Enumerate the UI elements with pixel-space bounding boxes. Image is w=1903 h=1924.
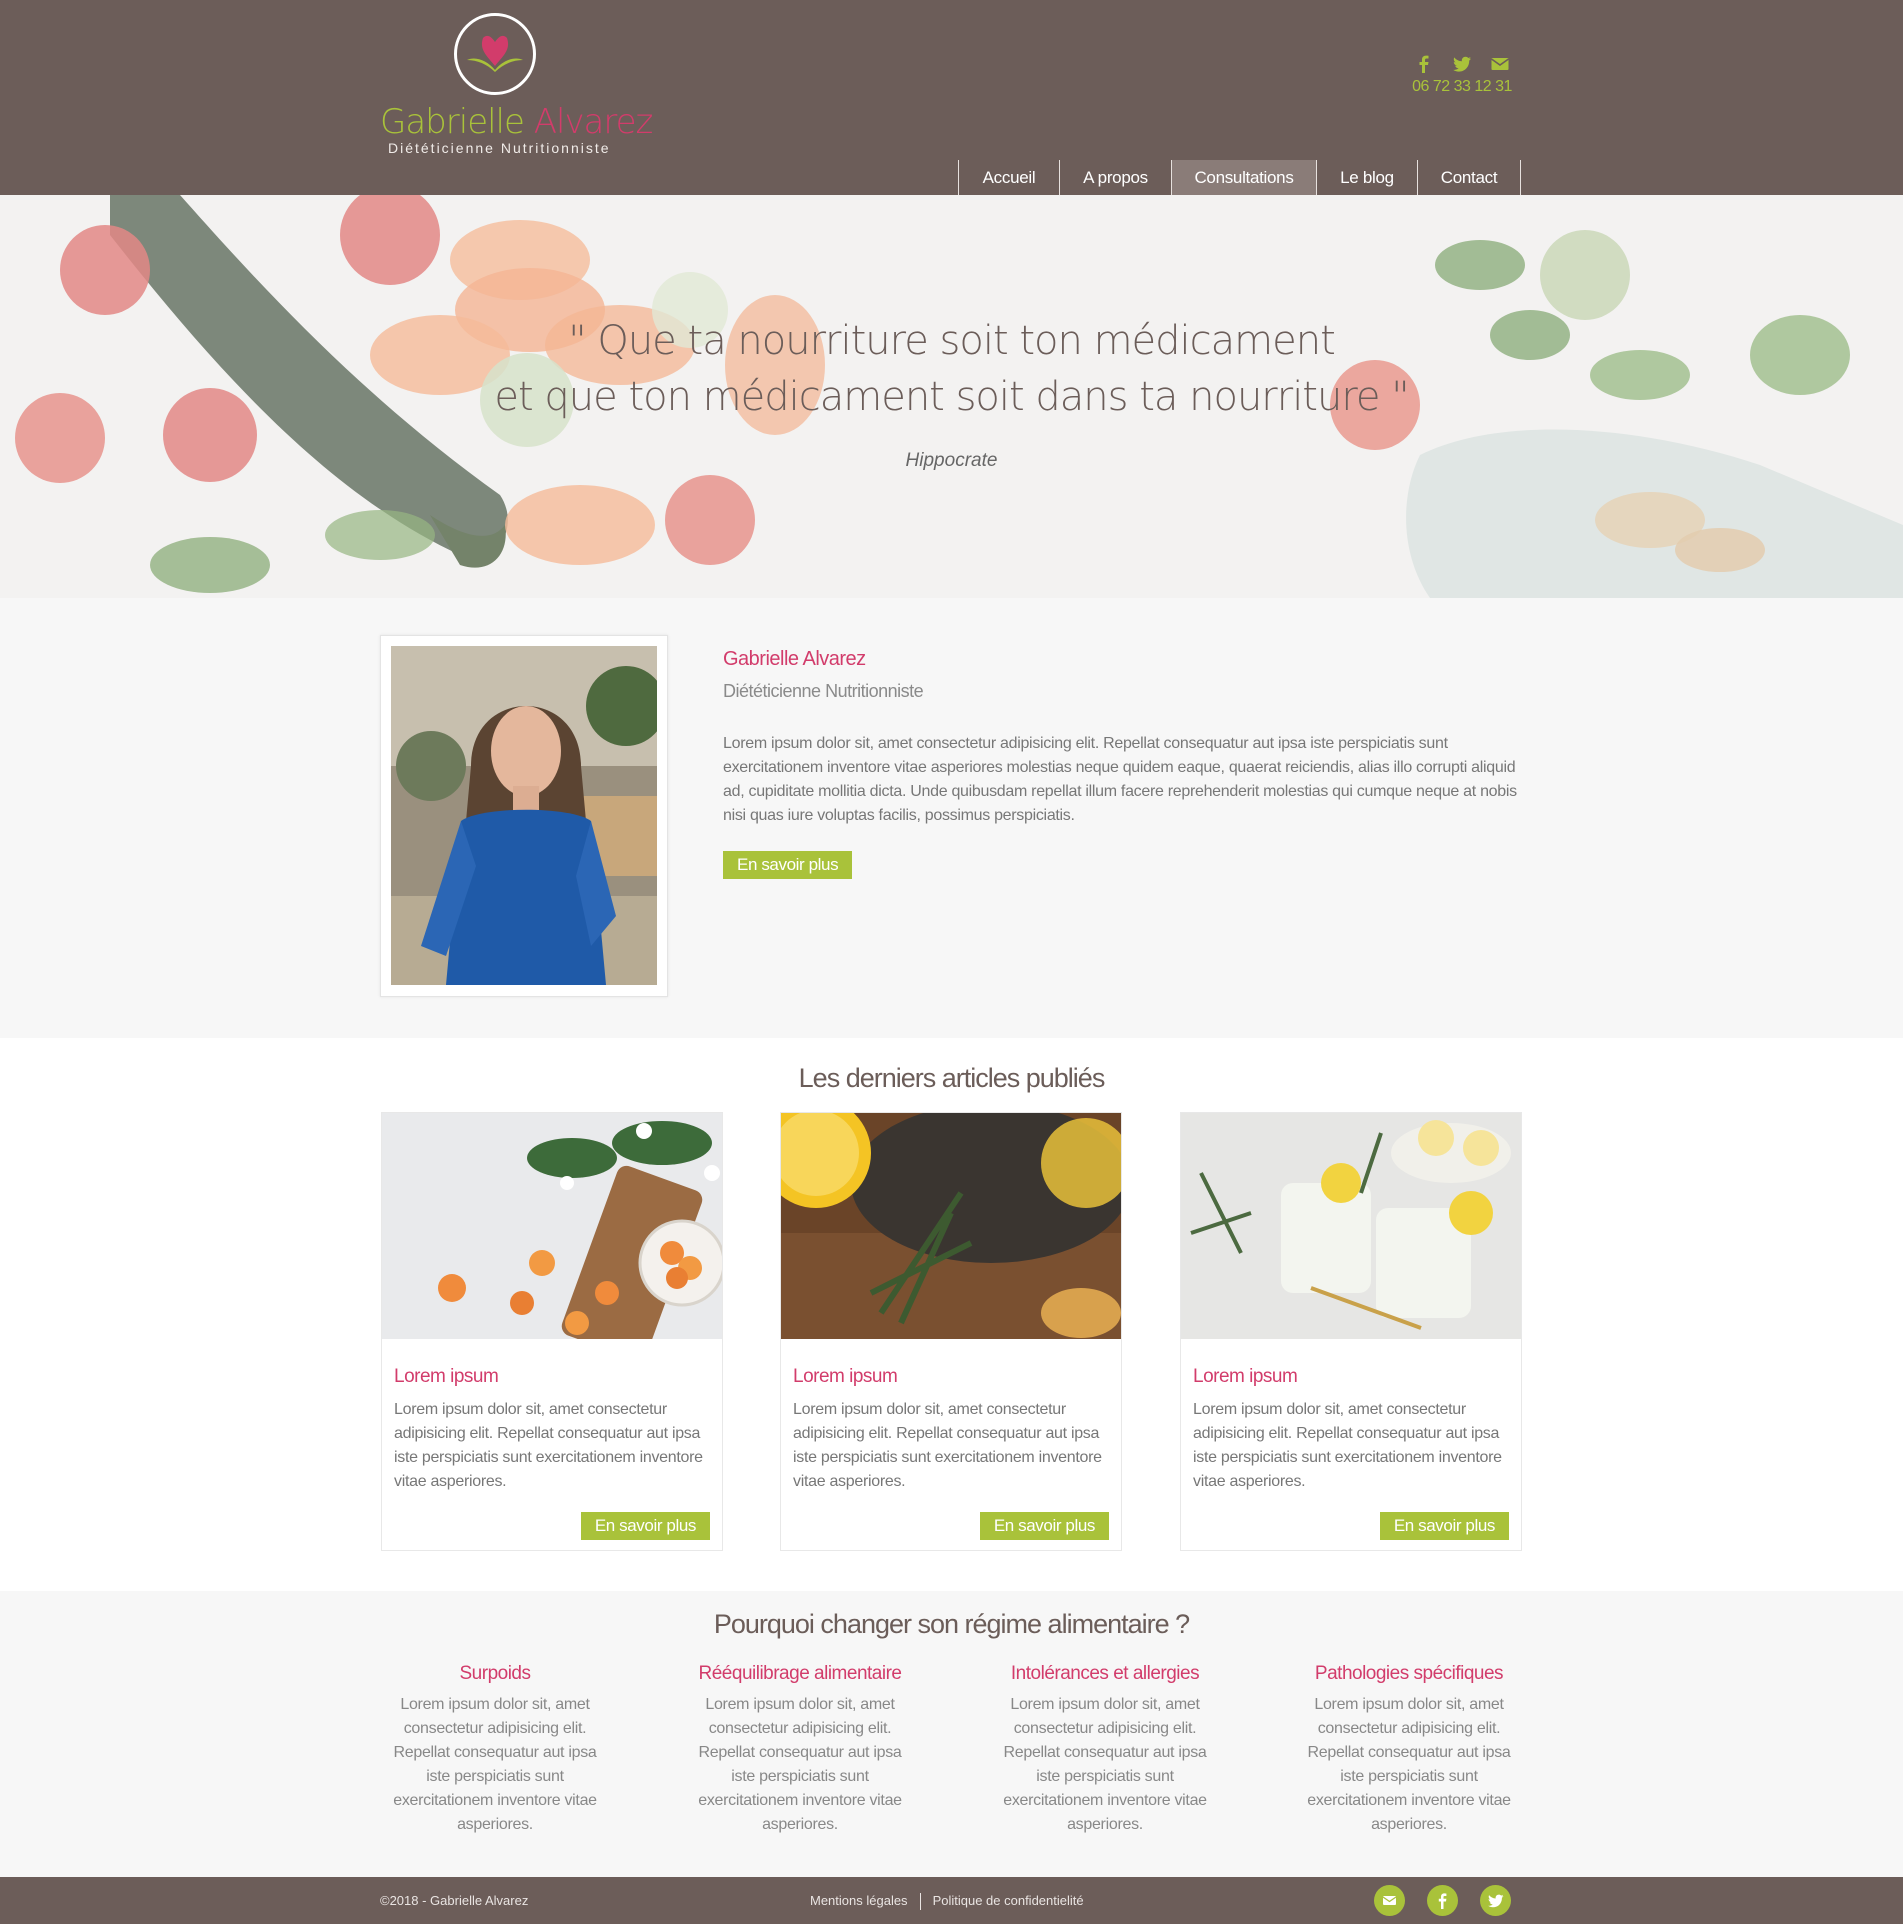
logo-subtitle: Diététicienne Nutritionniste	[388, 140, 611, 156]
hero-quote-author: Hippocrate	[905, 450, 998, 471]
hero-quote-line2: et que ton médicament soit dans ta nourr…	[494, 374, 1409, 420]
nav-item-a-propos[interactable]: A propos	[1059, 160, 1171, 195]
article-card: Lorem ipsum Lorem ipsum dolor sit, amet …	[1180, 1112, 1522, 1551]
envelope-icon[interactable]	[1490, 54, 1510, 74]
envelope-icon[interactable]	[1374, 1885, 1405, 1916]
divider	[919, 1893, 921, 1910]
why-item-text: Lorem ipsum dolor sit, amet consectetur …	[393, 1696, 597, 1833]
site-header: Gabrielle Alvarez Diététicienne Nutritio…	[0, 0, 1903, 195]
article-image[interactable]	[382, 1113, 722, 1339]
copyright: ©2018 - Gabrielle Alvarez	[380, 1893, 529, 1908]
logo-first-name: Gabrielle	[380, 102, 525, 142]
profile-photo	[391, 646, 657, 985]
site-footer: ©2018 - Gabrielle Alvarez Mentions légal…	[0, 1877, 1903, 1924]
logo-last-name: Alvarez	[533, 102, 654, 142]
about-name: Gabrielle Alvarez	[723, 648, 866, 670]
legal-notice-link[interactable]: Mentions légales	[810, 1893, 908, 1910]
hero-quote-line1: " Que ta nourriture soit ton médicament	[568, 318, 1336, 364]
why-item-title: Rééquilibrage alimentaire	[698, 1663, 902, 1684]
why-item-title: Surpoids	[459, 1663, 532, 1684]
about-text: Gabrielle Alvarez Diététicienne Nutritio…	[723, 648, 1523, 879]
facebook-icon[interactable]	[1427, 1885, 1458, 1916]
logo-emblem-icon	[454, 13, 536, 95]
header-contact: 06 72 33 12 31	[1402, 54, 1522, 96]
logo[interactable]: Gabrielle Alvarez Diététicienne Nutritio…	[380, 10, 653, 160]
phone-number[interactable]: 06 72 33 12 31	[1402, 78, 1522, 96]
nav-item-le-blog[interactable]: Le blog	[1316, 160, 1417, 195]
article-excerpt: Lorem ipsum dolor sit, amet consectetur …	[394, 1401, 703, 1490]
nav-item-accueil[interactable]: Accueil	[958, 160, 1059, 195]
article-card: Lorem ipsum Lorem ipsum dolor sit, amet …	[381, 1112, 723, 1551]
article-image[interactable]	[1181, 1113, 1521, 1339]
why-item: Rééquilibrage alimentaire Lorem ipsum do…	[685, 1663, 915, 1837]
nav-item-contact[interactable]: Contact	[1417, 160, 1521, 195]
articles-section: Les derniers articles publiés Lorem ipsu…	[0, 1038, 1903, 1591]
twitter-icon[interactable]	[1452, 54, 1472, 74]
footer-social-links	[1374, 1885, 1511, 1916]
facebook-icon[interactable]	[1414, 54, 1434, 74]
article-excerpt: Lorem ipsum dolor sit, amet consectetur …	[793, 1401, 1102, 1490]
articles-title: Les derniers articles publiés	[798, 1063, 1106, 1093]
main-nav: Accueil A propos Consultations Le blog C…	[958, 160, 1521, 195]
article-more-button[interactable]: En savoir plus	[979, 1512, 1109, 1540]
why-section: Pourquoi changer son régime alimentaire …	[0, 1591, 1903, 1877]
about-more-button[interactable]: En savoir plus	[723, 851, 853, 879]
article-more-button[interactable]: En savoir plus	[1379, 1512, 1509, 1540]
article-card: Lorem ipsum Lorem ipsum dolor sit, amet …	[780, 1112, 1122, 1551]
why-item-title: Pathologies spécifiques	[1314, 1663, 1504, 1684]
hero-quote: " Que ta nourriture soit ton médicament …	[0, 313, 1903, 425]
why-title: Pourquoi changer son régime alimentaire …	[713, 1609, 1190, 1639]
article-image[interactable]	[781, 1113, 1121, 1339]
article-more-button[interactable]: En savoir plus	[580, 1512, 710, 1540]
footer-legal-links: Mentions légales Politique de confidenti…	[810, 1893, 1084, 1910]
nav-item-consultations[interactable]: Consultations	[1171, 160, 1316, 195]
why-item: Intolérances et allergies Lorem ipsum do…	[990, 1663, 1220, 1837]
article-title[interactable]: Lorem ipsum	[793, 1366, 1121, 1388]
why-item: Pathologies spécifiques Lorem ipsum dolo…	[1294, 1663, 1524, 1837]
logo-name: Gabrielle Alvarez	[380, 102, 653, 142]
header-social-links	[1402, 54, 1522, 76]
twitter-icon[interactable]	[1480, 1885, 1511, 1916]
about-role: Diététicienne Nutritionniste	[723, 681, 924, 701]
profile-photo-frame	[380, 635, 668, 997]
article-title[interactable]: Lorem ipsum	[1193, 1366, 1521, 1388]
article-excerpt: Lorem ipsum dolor sit, amet consectetur …	[1193, 1401, 1502, 1490]
hero-banner: " Que ta nourriture soit ton médicament …	[0, 195, 1903, 598]
why-item-title: Intolérances et allergies	[1010, 1663, 1200, 1684]
about-section: Gabrielle Alvarez Diététicienne Nutritio…	[0, 598, 1903, 1038]
why-item-text: Lorem ipsum dolor sit, amet consectetur …	[698, 1696, 902, 1833]
why-item-text: Lorem ipsum dolor sit, amet consectetur …	[1307, 1696, 1511, 1833]
about-description: Lorem ipsum dolor sit, amet consectetur …	[723, 735, 1517, 824]
privacy-policy-link[interactable]: Politique de confidentielité	[933, 1893, 1084, 1910]
why-item-text: Lorem ipsum dolor sit, amet consectetur …	[1003, 1696, 1207, 1833]
article-title[interactable]: Lorem ipsum	[394, 1366, 722, 1388]
why-item: Surpoids Lorem ipsum dolor sit, amet con…	[380, 1663, 610, 1837]
